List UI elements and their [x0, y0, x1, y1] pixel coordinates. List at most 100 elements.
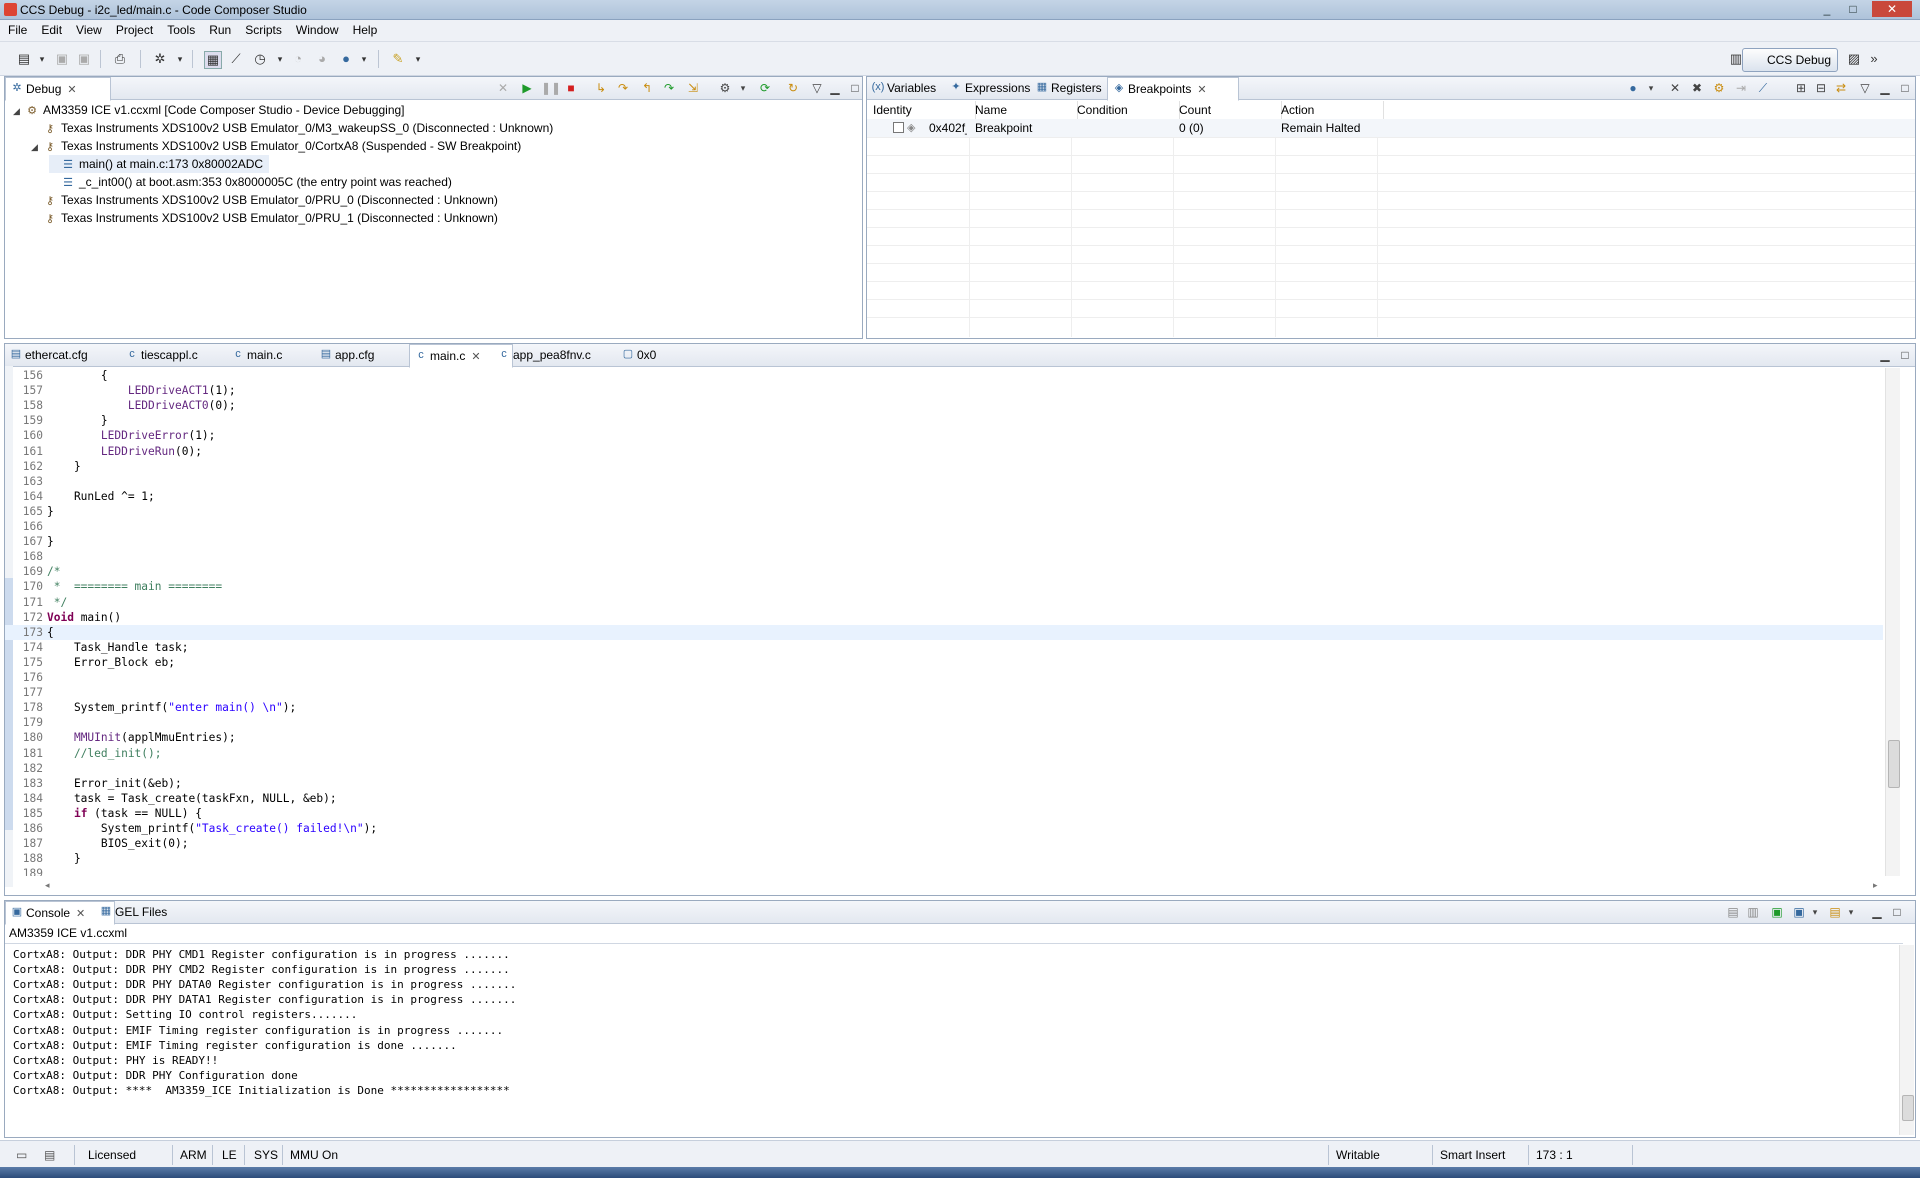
terminate-icon[interactable]: ■: [563, 80, 579, 96]
code-line[interactable]: 183 Error_init(&eb);: [5, 776, 1883, 791]
show-breakpoints-icon[interactable]: ⚙: [1711, 80, 1727, 96]
console-vertical-scrollbar[interactable]: [1899, 945, 1914, 1135]
code-line[interactable]: 164 RunLed ^= 1;: [5, 489, 1883, 504]
new-icon[interactable]: ▤: [16, 51, 32, 67]
go-to-file-icon[interactable]: ⇥: [1733, 80, 1749, 96]
link-icon[interactable]: ⇄: [1833, 80, 1849, 96]
collapse-all-icon[interactable]: ⊟: [1813, 80, 1829, 96]
code-line[interactable]: 162 }: [5, 459, 1883, 474]
breakpoint-checkbox[interactable]: [893, 122, 904, 133]
column-condition[interactable]: Condition: [1071, 101, 1180, 119]
maximize-view-icon[interactable]: □: [847, 80, 863, 96]
chevron-down-icon[interactable]: ▾: [356, 51, 372, 67]
code-line[interactable]: 179: [5, 715, 1883, 730]
reload-icon[interactable]: ↻: [785, 80, 801, 96]
code-line[interactable]: 189: [5, 866, 1883, 876]
maximize-view-icon[interactable]: □: [1889, 904, 1905, 920]
tree-item-core[interactable]: ⚷ Texas Instruments XDS100v2 USB Emulator…: [31, 191, 498, 209]
code-line[interactable]: 171 */: [5, 595, 1883, 610]
collapse-icon[interactable]: ◢: [13, 102, 25, 120]
save-icon[interactable]: ▣: [54, 51, 70, 67]
chevron-right-icon[interactable]: »: [1866, 51, 1882, 67]
code-line[interactable]: 176: [5, 670, 1883, 685]
minimize-button[interactable]: _: [1816, 1, 1838, 17]
code-line[interactable]: 165}: [5, 504, 1883, 519]
code-line[interactable]: 185 if (task == NULL) {: [5, 806, 1883, 821]
code-line[interactable]: 161 LEDDriveRun(0);: [5, 444, 1883, 459]
code-line[interactable]: 169 /*: [5, 564, 1883, 579]
menu-help[interactable]: Help: [345, 20, 384, 37]
chevron-down-icon[interactable]: ▾: [34, 51, 50, 67]
maximize-view-icon[interactable]: □: [1897, 80, 1913, 96]
reset-icon[interactable]: ⚙: [717, 80, 733, 96]
scroll-left-icon[interactable]: ◂: [45, 880, 50, 891]
minimize-view-icon[interactable]: ▁: [1869, 904, 1885, 920]
menu-edit[interactable]: Edit: [33, 20, 68, 37]
minimize-view-icon[interactable]: ▁: [1877, 80, 1893, 96]
code-line[interactable]: 156 {: [5, 368, 1883, 383]
code-line[interactable]: 159 }: [5, 413, 1883, 428]
menu-run[interactable]: Run: [201, 20, 237, 37]
open-console-icon[interactable]: ▤: [1827, 904, 1843, 920]
suspend-icon[interactable]: ❚❚: [541, 80, 561, 96]
chevron-down-icon[interactable]: ▾: [1843, 904, 1859, 920]
scroll-lock-icon[interactable]: ▥: [1745, 904, 1761, 920]
menu-view[interactable]: View: [68, 20, 108, 37]
menu-file[interactable]: File: [0, 20, 33, 37]
new-breakpoint-icon[interactable]: ●: [1625, 80, 1641, 96]
minimize-view-icon[interactable]: ▁: [1877, 347, 1893, 363]
column-name[interactable]: Name: [969, 101, 1078, 119]
close-icon[interactable]: ✕: [1197, 84, 1206, 96]
tree-item-stack-frame[interactable]: ☰ main() at main.c:173 0x80002ADC: [49, 155, 270, 173]
code-line[interactable]: 184 task = Task_create(taskFxn, NULL, &e…: [5, 791, 1883, 806]
resume-icon[interactable]: ▶: [519, 80, 535, 96]
clear-console-icon[interactable]: ▤: [1725, 904, 1741, 920]
pin-console-icon[interactable]: ▣: [1769, 904, 1785, 920]
step-into-icon[interactable]: ↳: [593, 80, 609, 96]
editor-tab[interactable]: ▤ ethercat.cfg: [5, 344, 139, 366]
minimize-view-icon[interactable]: ▁: [827, 80, 843, 96]
run-to-line-icon[interactable]: ⇲: [685, 80, 701, 96]
menu-project[interactable]: Project: [108, 20, 159, 37]
chevron-down-icon[interactable]: ▾: [1807, 904, 1823, 920]
code-line[interactable]: 174 Task_Handle task;: [5, 640, 1883, 655]
code-line[interactable]: 180 MMUInit(applMmuEntries);: [5, 730, 1883, 745]
search-icon[interactable]: ✎: [390, 51, 406, 67]
code-line[interactable]: 175 Error_Block eb;: [5, 655, 1883, 670]
scroll-thumb[interactable]: [1902, 1095, 1914, 1121]
expand-all-icon[interactable]: ⊞: [1793, 80, 1809, 96]
remove-all-breakpoints-icon[interactable]: ✖: [1689, 80, 1705, 96]
debug-icon[interactable]: ✲: [152, 51, 168, 67]
code-line[interactable]: 187 BIOS_exit(0);: [5, 836, 1883, 851]
step-return-icon[interactable]: ↰: [639, 80, 655, 96]
console-output[interactable]: CortxA8: Output: DDR PHY CMD1 Register c…: [5, 945, 1885, 1135]
tab-debug[interactable]: ✲ Debug ✕: [5, 77, 111, 101]
connect-icon[interactable]: ⟋: [228, 51, 244, 67]
menu-window[interactable]: Window: [288, 20, 345, 37]
maximize-button[interactable]: □: [1842, 1, 1864, 17]
code-line[interactable]: 186 System_printf("Task_create() failed!…: [5, 821, 1883, 836]
code-line[interactable]: 157 LEDDriveACT1(1);: [5, 383, 1883, 398]
tab-breakpoints[interactable]: ◈ Breakpoints ✕: [1107, 77, 1239, 101]
tab-gel-files[interactable]: ▦ GEL Files: [95, 901, 197, 923]
remove-breakpoint-icon[interactable]: ✕: [1667, 80, 1683, 96]
tree-item-core-suspended[interactable]: ◢ ⚷ Texas Instruments XDS100v2 USB Emulato…: [31, 137, 521, 155]
maximize-view-icon[interactable]: □: [1897, 347, 1913, 363]
code-line[interactable]: 177: [5, 685, 1883, 700]
tree-item-core[interactable]: ⚷ Texas Instruments XDS100v2 USB Emulator…: [31, 209, 498, 227]
close-button[interactable]: ✕: [1872, 1, 1912, 17]
menu-tools[interactable]: Tools: [159, 20, 201, 37]
code-line-current[interactable]: 173 {: [5, 624, 1883, 640]
code-line[interactable]: 163: [5, 474, 1883, 489]
code-line[interactable]: 160 LEDDriveError(1);: [5, 428, 1883, 443]
view-menu-icon[interactable]: ▽: [809, 80, 825, 96]
save-all-icon[interactable]: ▣: [76, 51, 92, 67]
chevron-down-icon[interactable]: ▾: [735, 80, 751, 96]
print-icon[interactable]: ⎙: [112, 51, 128, 67]
code-line[interactable]: 167}: [5, 534, 1883, 549]
perspective-ccs-debug[interactable]: CCS Debug: [1741, 48, 1838, 72]
view-menu-icon[interactable]: ▽: [1857, 80, 1873, 96]
editor-vertical-scrollbar[interactable]: [1885, 368, 1900, 876]
clock-icon[interactable]: ◷: [252, 51, 268, 67]
collapse-icon[interactable]: ◢: [31, 138, 43, 156]
